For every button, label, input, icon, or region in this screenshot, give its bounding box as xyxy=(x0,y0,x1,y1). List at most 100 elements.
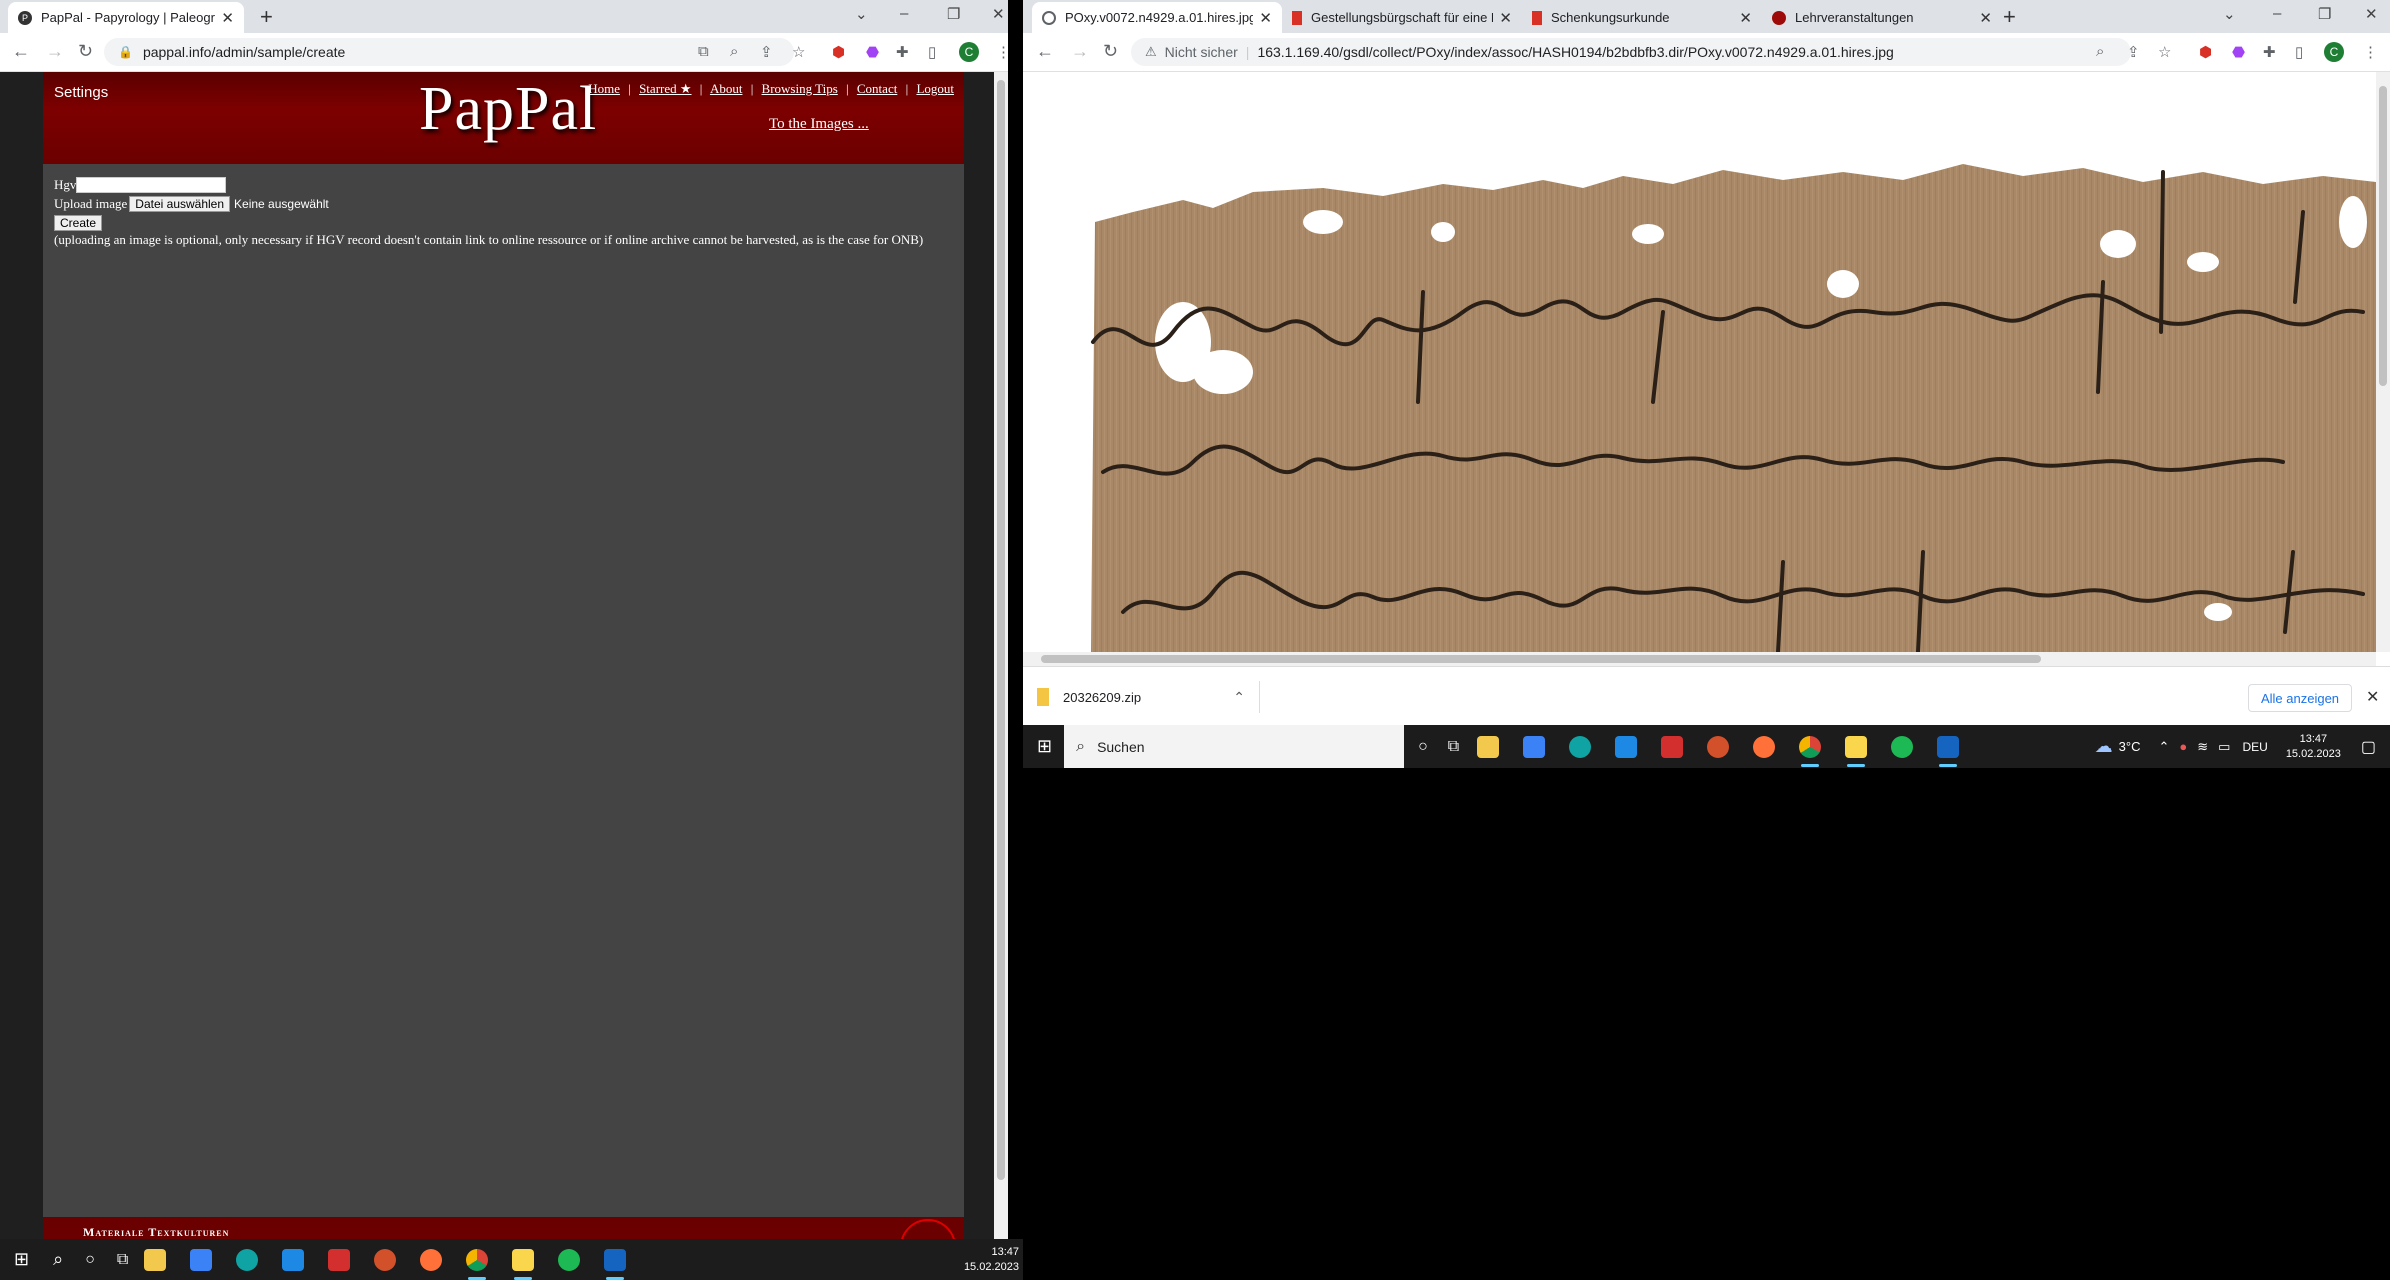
windows-start-icon[interactable]: ⊞ xyxy=(1037,736,1052,757)
tab-gestellungsbuergschaft[interactable]: Gestellungsbürgschaft für eine N ✕ xyxy=(1282,2,1522,33)
extension-purple-icon[interactable]: ⬣ xyxy=(2232,43,2245,61)
close-window-button[interactable]: ✕ xyxy=(992,5,1005,23)
store-icon[interactable] xyxy=(190,1248,213,1271)
weather-cloud-icon[interactable]: ☁ xyxy=(2095,736,2113,757)
restore-button[interactable]: ❐ xyxy=(2318,5,2331,23)
windows-start-icon[interactable]: ⊞ xyxy=(14,1249,29,1270)
reload-icon[interactable]: ↻ xyxy=(78,41,93,62)
profile-avatar[interactable]: C xyxy=(2324,42,2344,62)
minimize-button[interactable]: – xyxy=(900,5,908,22)
tab-pappal[interactable]: P PapPal - Papyrology | Paleograph ✕ xyxy=(8,2,244,33)
settings-link[interactable]: Settings xyxy=(54,84,108,101)
download-options-chevron-icon[interactable]: ⌃ xyxy=(1233,689,1245,706)
new-tab-button[interactable]: + xyxy=(260,4,273,30)
chrome-icon[interactable] xyxy=(466,1248,489,1280)
menu-kebab-icon[interactable]: ⋮ xyxy=(2363,43,2378,61)
profile-avatar[interactable]: C xyxy=(959,42,979,62)
nav-starred[interactable]: Starred ★ xyxy=(639,81,691,96)
file-explorer-icon[interactable] xyxy=(144,1248,167,1271)
powerpoint-icon[interactable] xyxy=(1707,735,1730,758)
firefox-icon[interactable] xyxy=(1753,735,1776,758)
taskbar-search-box[interactable]: ⌕ Suchen xyxy=(1064,725,1405,768)
left-tray-clock[interactable]: 13:47 15.02.2023 xyxy=(964,1245,1019,1275)
powerpoint-icon[interactable] xyxy=(374,1248,397,1271)
hgv-input[interactable] xyxy=(76,177,227,193)
new-tab-button[interactable]: + xyxy=(2003,4,2016,30)
extension-red-icon[interactable]: ⬢ xyxy=(2199,43,2212,61)
spotify-icon[interactable] xyxy=(1891,735,1914,758)
extensions-puzzle-icon[interactable]: ✚ xyxy=(2263,43,2276,61)
scroll-thumb[interactable] xyxy=(1041,655,2041,663)
extension-purple-icon[interactable]: ⬣ xyxy=(866,43,879,61)
forward-arrow-icon[interactable]: → xyxy=(46,41,64,62)
extensions-puzzle-icon[interactable]: ✚ xyxy=(896,43,909,61)
close-tab-icon[interactable]: ✕ xyxy=(1259,9,1272,27)
cortana-icon[interactable]: ○ xyxy=(1418,738,1428,756)
store-icon[interactable] xyxy=(1523,735,1546,758)
acrobat-icon[interactable] xyxy=(1661,735,1684,758)
tab-poxy-image[interactable]: POxy.v0072.n4929.a.01.hires.jpg ✕ xyxy=(1032,2,1282,33)
papyrus-image[interactable] xyxy=(1023,72,2376,652)
side-panel-icon[interactable]: ▯ xyxy=(928,43,936,61)
nav-browsing-tips[interactable]: Browsing Tips xyxy=(762,81,838,96)
nav-home[interactable]: Home xyxy=(588,81,620,96)
nav-about[interactable]: About xyxy=(710,81,743,96)
nav-contact[interactable]: Contact xyxy=(857,81,897,96)
create-button[interactable]: Create xyxy=(54,215,103,231)
bookmark-star-icon[interactable]: ☆ xyxy=(2158,43,2171,61)
right-tray-clock[interactable]: 13:47 15.02.2023 xyxy=(2286,732,2341,762)
left-vertical-scrollbar[interactable] xyxy=(994,72,1008,1239)
file-explorer-icon[interactable] xyxy=(1477,735,1500,758)
edge-icon[interactable] xyxy=(1569,735,1592,758)
antivirus-icon[interactable]: ● xyxy=(2179,739,2187,754)
download-item[interactable]: 20326209.zip ⌃ xyxy=(1037,681,1260,713)
cortana-icon[interactable]: ○ xyxy=(85,1251,95,1269)
acrobat-icon[interactable] xyxy=(328,1248,351,1271)
share-icon[interactable]: ⇪ xyxy=(2127,43,2140,61)
share-icon[interactable]: ⇪ xyxy=(760,43,773,61)
back-arrow-icon[interactable]: ← xyxy=(1036,41,1054,62)
tray-overflow-chevron-icon[interactable]: ⌃ xyxy=(2159,739,2170,755)
close-download-bar-icon[interactable]: ✕ xyxy=(2366,687,2379,707)
address-bar[interactable]: 🔒 pappal.info/admin/sample/create xyxy=(104,38,794,66)
translate-icon[interactable]: ⧉ xyxy=(698,43,709,60)
tab-search-chevron-icon[interactable]: ⌄ xyxy=(855,5,868,23)
reload-icon[interactable]: ↻ xyxy=(1103,41,1118,62)
restore-button[interactable]: ❐ xyxy=(947,5,960,23)
task-view-icon[interactable]: ⧉ xyxy=(1448,738,1459,756)
file-manager-icon[interactable] xyxy=(512,1248,535,1280)
close-tab-icon[interactable]: ✕ xyxy=(1739,9,1752,27)
mail-icon[interactable] xyxy=(1615,735,1638,758)
choose-file-button[interactable]: Datei auswählen xyxy=(129,196,231,212)
wifi-icon[interactable]: ≋ xyxy=(2197,739,2208,755)
address-bar[interactable]: ⚠ Nicht sicher | 163.1.169.40/gsdl/colle… xyxy=(1131,38,2131,66)
firefox-icon[interactable] xyxy=(420,1248,443,1271)
show-all-downloads-button[interactable]: Alle anzeigen xyxy=(2248,684,2352,712)
forward-arrow-icon[interactable]: → xyxy=(1071,41,1089,62)
extension-red-icon[interactable]: ⬢ xyxy=(832,43,845,61)
edge-icon[interactable] xyxy=(236,1248,259,1271)
menu-kebab-icon[interactable]: ⋮ xyxy=(996,43,1011,61)
tab-lehrveranstaltungen[interactable]: Lehrveranstaltungen ✕ xyxy=(1762,2,2002,33)
bookmark-star-icon[interactable]: ☆ xyxy=(792,43,805,61)
chrome-icon[interactable] xyxy=(1799,735,1822,767)
nav-logout[interactable]: Logout xyxy=(916,81,954,96)
weather-temp[interactable]: 3°C xyxy=(2119,739,2141,754)
zoom-icon[interactable]: ⌕ xyxy=(2096,43,2104,60)
photos-icon[interactable] xyxy=(1937,735,1960,767)
close-tab-icon[interactable]: ✕ xyxy=(221,9,234,27)
close-tab-icon[interactable]: ✕ xyxy=(1499,9,1512,27)
back-arrow-icon[interactable]: ← xyxy=(12,41,30,62)
to-images-link[interactable]: To the Images ... xyxy=(769,116,869,133)
photos-icon[interactable] xyxy=(604,1248,627,1280)
zoom-icon[interactable]: ⌕ xyxy=(730,43,738,60)
close-tab-icon[interactable]: ✕ xyxy=(1979,9,1992,27)
pappal-logo[interactable]: PapPal xyxy=(419,74,597,145)
language-indicator[interactable]: DEU xyxy=(2242,740,2267,754)
file-manager-icon[interactable] xyxy=(1845,735,1868,767)
battery-icon[interactable]: ▭ xyxy=(2218,739,2230,755)
mail-icon[interactable] xyxy=(282,1248,305,1271)
spotify-icon[interactable] xyxy=(558,1248,581,1271)
tab-schenkungsurkunde[interactable]: Schenkungsurkunde ✕ xyxy=(1522,2,1762,33)
minimize-button[interactable]: – xyxy=(2273,5,2281,22)
